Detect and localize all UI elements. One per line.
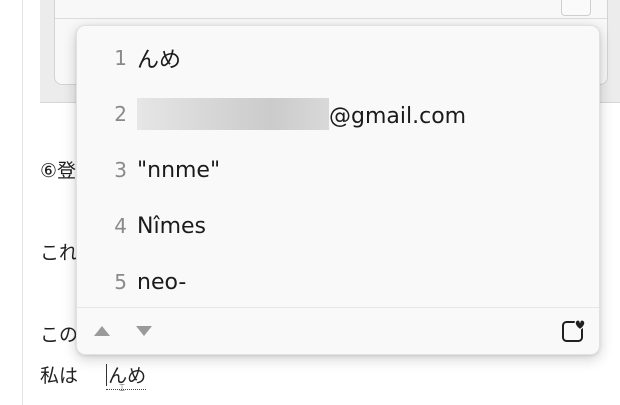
candidate-index: 2 — [114, 102, 127, 126]
candidate-item[interactable]: 3 "nnme" — [77, 142, 599, 198]
heart-box-icon[interactable] — [560, 317, 588, 345]
candidate-index: 4 — [114, 214, 127, 238]
candidate-text: neo- — [137, 269, 187, 295]
redacted-block — [137, 98, 329, 130]
text-caret — [106, 364, 108, 386]
candidate-item[interactable]: 1 んめ — [77, 30, 599, 86]
candidate-text: んめ — [137, 48, 182, 73]
document-line-3: この — [40, 324, 79, 346]
candidate-text: "nnme" — [137, 157, 221, 183]
candidate-footer — [77, 307, 599, 354]
ime-candidate-window: 1 んめ 2 @gmail.com 3 "nnme" 4 Nîmes 5 neo… — [76, 25, 600, 355]
embedded-scroll-button — [561, 0, 591, 16]
document-line-2: これ — [40, 242, 79, 264]
candidate-item[interactable]: 2 @gmail.com — [77, 86, 599, 142]
candidate-list: 1 んめ 2 @gmail.com 3 "nnme" 4 Nîmes 5 neo… — [77, 30, 599, 310]
candidate-text: Nîmes — [137, 213, 206, 239]
candidate-item[interactable]: 4 Nîmes — [77, 198, 599, 254]
candidate-index: 1 — [114, 46, 127, 70]
document-edge — [22, 0, 23, 405]
ime-composing-text[interactable]: んめ — [106, 361, 147, 390]
document-line-4-prefix: 私は — [40, 365, 79, 387]
candidate-text: @gmail.com — [329, 104, 467, 129]
candidate-index: 3 — [114, 158, 127, 182]
ibeam-cursor-icon: ⌶ — [119, 383, 125, 394]
embedded-divider — [55, 18, 607, 19]
candidate-index: 5 — [114, 270, 127, 294]
candidate-item[interactable]: 5 neo- — [77, 254, 599, 310]
document-line-4[interactable]: 私は んめ — [40, 361, 147, 390]
composing-string: んめ — [108, 365, 147, 387]
triangle-down-icon[interactable] — [136, 326, 152, 336]
document-line-1: ⑥登 — [40, 160, 77, 182]
triangle-up-icon[interactable] — [94, 326, 110, 336]
candidate-text-email: @gmail.com — [137, 98, 466, 130]
